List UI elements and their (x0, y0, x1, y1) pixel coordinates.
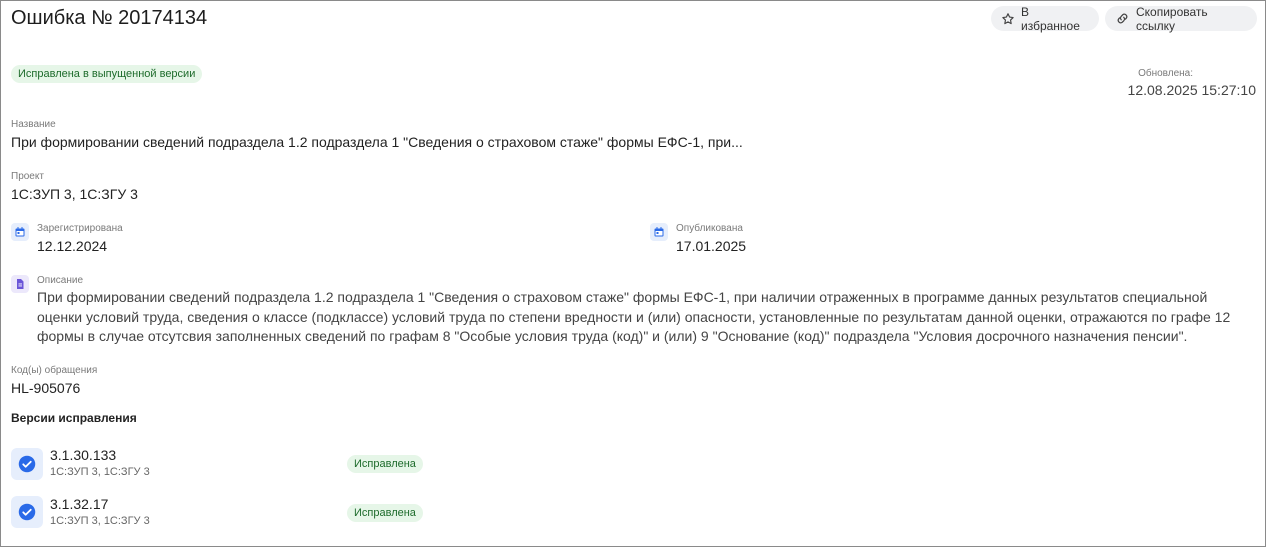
version-number: 3.1.30.133 (50, 447, 117, 463)
check-circle-icon (11, 448, 43, 480)
project-label: Проект (11, 171, 44, 182)
favorite-label: В избранное (1021, 4, 1080, 33)
published-value: 17.01.2025 (676, 238, 747, 254)
registered-value: 12.12.2024 (37, 238, 108, 254)
copy-link-button[interactable]: Скопировать ссылку (1105, 4, 1257, 33)
favorite-button[interactable]: В избранное (991, 4, 1099, 33)
appeal-codes-value: HL-905076 (11, 380, 81, 396)
appeal-codes-label: Код(ы) обращения (11, 365, 98, 376)
bug-card: Ошибка № 20174134 В избранное Скопироват… (0, 0, 1266, 547)
version-number: 3.1.32.17 (50, 496, 109, 512)
updated-value: 12.08.2025 15:27:10 (1127, 82, 1256, 98)
updated-label: Обновлена: (1138, 68, 1193, 79)
version-status-badge: Исправлена (347, 504, 423, 522)
status-badge: Исправлена в выпущенной версии (11, 65, 203, 83)
document-icon (11, 275, 29, 293)
calendar-icon (650, 223, 668, 241)
calendar-icon (11, 223, 29, 241)
registered-label: Зарегистрирована (37, 223, 123, 234)
project-value: 1С:ЗУП 3, 1С:ЗГУ 3 (11, 186, 138, 202)
copy-link-label: Скопировать ссылку (1136, 4, 1208, 33)
published-label: Опубликована (676, 223, 743, 234)
description-label: Описание (37, 275, 84, 286)
versions-heading: Версии исправления (11, 411, 137, 425)
version-project: 1С:ЗУП 3, 1С:ЗГУ 3 (50, 515, 150, 527)
description-text: При формировании сведений подраздела 1.2… (37, 289, 1231, 344)
version-status-badge: Исправлена (347, 455, 423, 473)
name-label: Название (11, 119, 56, 130)
star-icon (1001, 12, 1015, 26)
version-project: 1С:ЗУП 3, 1С:ЗГУ 3 (50, 466, 150, 478)
name-value: При формировании сведений подраздела 1.2… (11, 134, 743, 150)
page-title: Ошибка № 20174134 (11, 7, 208, 29)
check-circle-icon (11, 496, 43, 528)
link-icon (1115, 11, 1130, 26)
